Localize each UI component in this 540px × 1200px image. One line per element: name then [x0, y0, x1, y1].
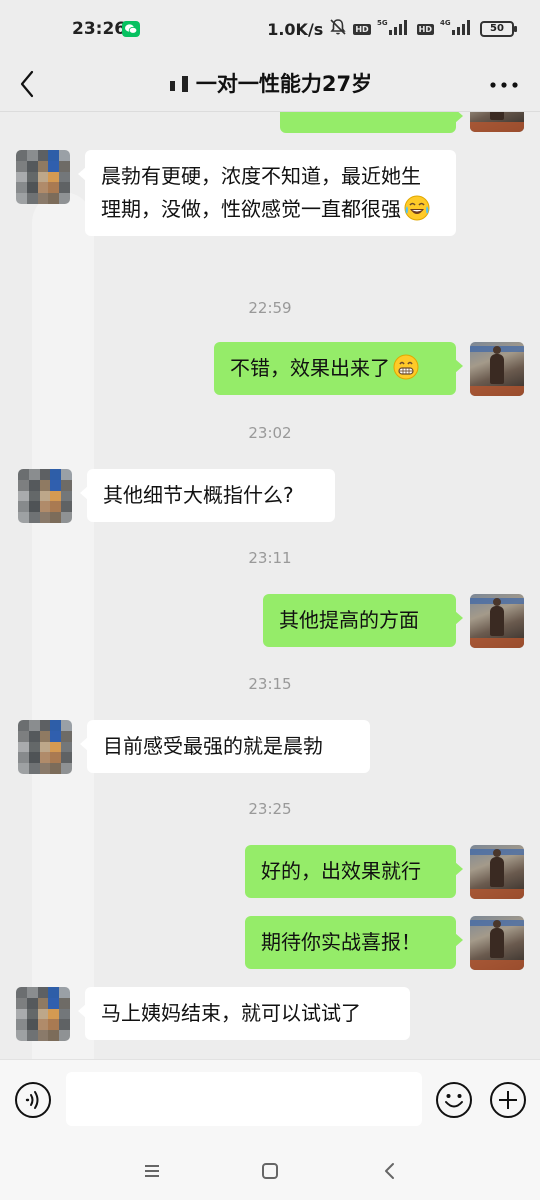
- self-avatar[interactable]: [470, 112, 524, 132]
- hd-badge: HD: [353, 23, 371, 35]
- grinning-emoji: [392, 353, 420, 381]
- signal-5g-icon: 5G: [377, 18, 411, 40]
- redaction-scribble: [32, 192, 94, 1059]
- redacted-name: [168, 73, 196, 95]
- hd-badge-2: HD: [416, 23, 434, 35]
- menu-button[interactable]: [138, 1157, 166, 1185]
- plus-icon: [490, 1082, 526, 1118]
- more-icon: [490, 82, 518, 88]
- self-avatar[interactable]: [470, 916, 524, 970]
- hamburger-icon: [145, 1165, 159, 1177]
- outgoing-message-bubble[interactable]: 不错，效果出来了: [214, 342, 463, 395]
- contact-avatar[interactable]: [16, 150, 70, 204]
- partial-outgoing-bubble[interactable]: [280, 112, 463, 133]
- chat-header: 一对一性能力27岁: [0, 58, 540, 112]
- timestamp: 23:02: [248, 424, 292, 442]
- network-speed: 1.0K/s: [267, 19, 324, 39]
- chat-title-text: 一对一性能力27岁: [195, 72, 373, 96]
- timestamp: 23:25: [248, 800, 292, 818]
- status-time: 23:26: [72, 19, 127, 39]
- chat-input-bar: [0, 1059, 540, 1141]
- incoming-message-bubble[interactable]: 目前感受最强的就是晨勃: [80, 720, 370, 773]
- message-list[interactable]: 晨勃有更硬，浓度不知道，最近她生理期，没做，性欲感觉一直都很强 22:59 不错…: [0, 112, 540, 1059]
- mute-icon: [329, 18, 347, 40]
- more-functions-button[interactable]: [489, 1081, 527, 1119]
- timestamp: 22:59: [248, 299, 292, 317]
- emoji-icon: [436, 1082, 472, 1118]
- outgoing-message-bubble[interactable]: 期待你实战喜报！: [245, 916, 463, 969]
- message-text: 不错，效果出来了: [230, 356, 390, 380]
- status-bar: 23:26 1.0K/s HD 5G HD 4G 50: [0, 0, 540, 58]
- more-options-button[interactable]: [488, 70, 520, 100]
- signal-4g-icon: 4G: [440, 18, 474, 40]
- battery-indicator: 50: [480, 21, 517, 37]
- message-input[interactable]: [66, 1072, 422, 1126]
- message-text: 其他细节大概指什么?: [103, 483, 294, 507]
- message-text: 其他提高的方面: [279, 608, 419, 632]
- wechat-notification-icon: [122, 21, 140, 37]
- system-navigation-bar: [0, 1141, 540, 1200]
- system-back-button[interactable]: [376, 1157, 404, 1185]
- self-avatar[interactable]: [470, 594, 524, 648]
- status-indicators: 1.0K/s HD 5G HD 4G 50: [267, 18, 517, 40]
- timestamp: 23:15: [248, 675, 292, 693]
- self-avatar[interactable]: [470, 342, 524, 396]
- message-text: 期待你实战喜报！: [261, 930, 421, 954]
- timestamp: 23:11: [248, 549, 292, 567]
- back-chevron-icon: [385, 1163, 394, 1179]
- message-text: 目前感受最强的就是晨勃: [103, 734, 323, 758]
- contact-avatar[interactable]: [18, 469, 72, 523]
- contact-avatar[interactable]: [16, 987, 70, 1041]
- incoming-message-bubble[interactable]: 马上姨妈结束，就可以试试了: [78, 987, 410, 1040]
- voice-icon: [15, 1082, 51, 1118]
- emoji-button[interactable]: [435, 1081, 473, 1119]
- svg-text:5G: 5G: [377, 19, 388, 27]
- voice-input-button[interactable]: [14, 1081, 52, 1119]
- tears-of-joy-emoji: [403, 194, 431, 222]
- message-text: 晨勃有更硬，浓度不知道，最近她生理期，没做，性欲感觉一直都很强: [101, 164, 421, 221]
- outgoing-message-bubble[interactable]: 好的，出效果就行: [245, 845, 463, 898]
- incoming-message-bubble[interactable]: 晨勃有更硬，浓度不知道，最近她生理期，没做，性欲感觉一直都很强: [78, 150, 456, 236]
- home-button[interactable]: [256, 1157, 284, 1185]
- svg-text:4G: 4G: [440, 19, 451, 27]
- message-text: 马上姨妈结束，就可以试试了: [101, 1001, 361, 1025]
- outgoing-message-bubble[interactable]: 其他提高的方面: [263, 594, 463, 647]
- self-avatar[interactable]: [470, 845, 524, 899]
- incoming-message-bubble[interactable]: 其他细节大概指什么?: [80, 469, 335, 522]
- chat-title: 一对一性能力27岁: [0, 68, 540, 98]
- square-icon: [262, 1163, 278, 1179]
- message-text: 好的，出效果就行: [261, 859, 421, 883]
- contact-avatar[interactable]: [18, 720, 72, 774]
